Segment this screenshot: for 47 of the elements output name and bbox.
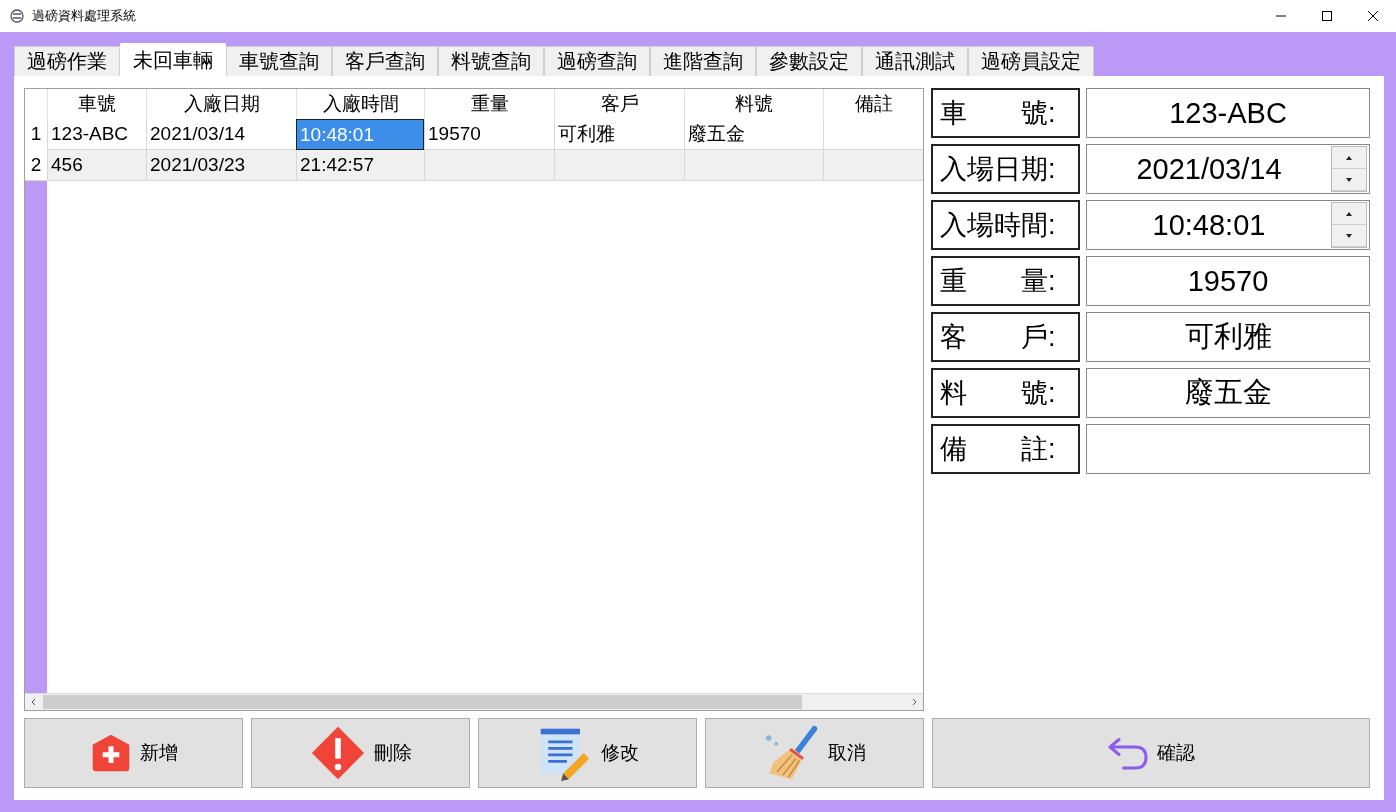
input-field[interactable]: 10:48:01 bbox=[1086, 200, 1370, 250]
action-button[interactable]: 新增 bbox=[24, 718, 243, 788]
action-button[interactable]: 修改 bbox=[478, 718, 697, 788]
input-field[interactable]: 可利雅 bbox=[1086, 312, 1370, 362]
tab[interactable]: 未回車輛 bbox=[120, 43, 226, 76]
spin-down-button[interactable] bbox=[1332, 169, 1366, 191]
action-button[interactable]: 確認 bbox=[932, 718, 1370, 788]
spin-up-button[interactable] bbox=[1332, 203, 1366, 225]
input-field[interactable]: 2021/03/14 bbox=[1086, 144, 1370, 194]
field-label: 客 戶: bbox=[931, 312, 1080, 362]
window-title: 過磅資料處理系統 bbox=[32, 7, 136, 25]
tab[interactable]: 通訊測試 bbox=[862, 46, 968, 76]
tab[interactable]: 參數設定 bbox=[756, 46, 862, 76]
down-triangle-icon bbox=[1346, 177, 1352, 182]
input-field[interactable]: 19570 bbox=[1086, 256, 1370, 306]
spin-up-button[interactable] bbox=[1332, 147, 1366, 169]
tab[interactable]: 客戶查詢 bbox=[332, 46, 438, 76]
tab[interactable]: 過磅查詢 bbox=[544, 46, 650, 76]
table-cell: 456 bbox=[47, 150, 146, 180]
spin-down-button[interactable] bbox=[1332, 225, 1366, 247]
field-label: 車 號: bbox=[931, 88, 1080, 138]
broom-icon bbox=[763, 725, 820, 781]
horizontal-scrollbar[interactable] bbox=[25, 693, 923, 710]
field-label: 入場日期: bbox=[931, 144, 1080, 194]
field-label: 料 號: bbox=[931, 368, 1080, 418]
tab[interactable]: 料號查詢 bbox=[438, 46, 544, 76]
table-cell: 21:42:57 bbox=[296, 150, 424, 180]
input-field[interactable] bbox=[1086, 424, 1370, 474]
app-logo-icon bbox=[10, 9, 24, 23]
tab[interactable]: 車號查詢 bbox=[226, 46, 332, 76]
row-number: 2 bbox=[25, 150, 47, 180]
up-triangle-icon bbox=[1346, 155, 1352, 160]
input-field[interactable]: 廢五金 bbox=[1086, 368, 1370, 418]
warning-icon bbox=[309, 725, 366, 781]
tab[interactable]: 過磅作業 bbox=[14, 46, 120, 76]
field-label: 入場時間: bbox=[931, 200, 1080, 250]
tab[interactable]: 進階查詢 bbox=[650, 46, 756, 76]
down-triangle-icon bbox=[1346, 233, 1352, 238]
table-cell: 10:48:01 bbox=[296, 119, 424, 150]
field-label: 備 註: bbox=[931, 424, 1080, 474]
action-button[interactable]: 取消 bbox=[705, 718, 924, 788]
up-triangle-icon bbox=[1346, 211, 1352, 216]
action-button[interactable]: 刪除 bbox=[251, 718, 470, 788]
field-label: 重 量: bbox=[931, 256, 1080, 306]
input-field[interactable]: 123-ABC bbox=[1086, 88, 1370, 138]
tab[interactable]: 過磅員設定 bbox=[968, 46, 1094, 76]
table-cell: 2021/03/23 bbox=[146, 150, 296, 180]
